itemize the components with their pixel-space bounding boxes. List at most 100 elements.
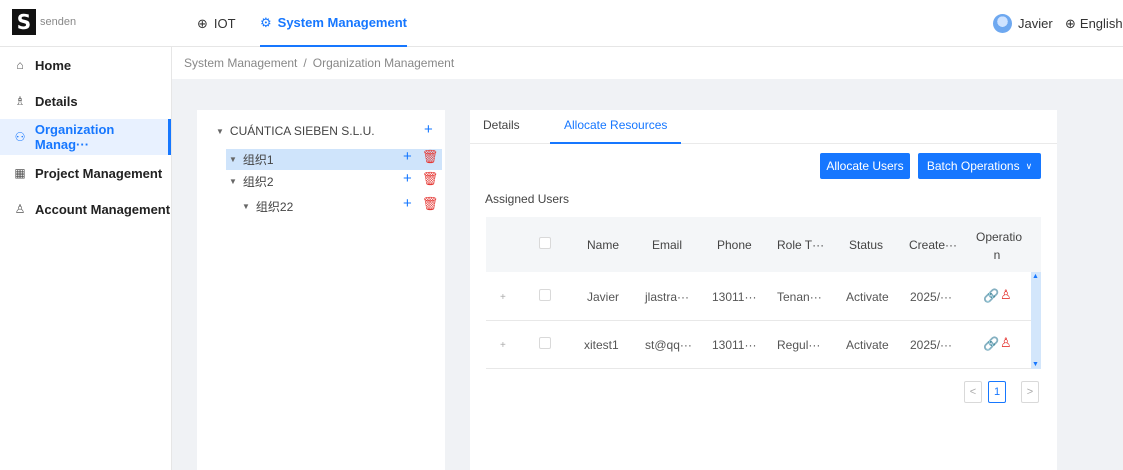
person-icon: ♙ — [14, 202, 26, 216]
column-header-email[interactable]: Email — [652, 238, 682, 252]
column-header-role-type[interactable]: Role T··· — [777, 238, 824, 252]
tree-node[interactable]: ▼ 组织1 — [229, 148, 274, 170]
column-header-status[interactable]: Status — [849, 238, 883, 252]
cell-status: Activate — [846, 338, 889, 352]
assigned-users-label: Assigned Users — [485, 192, 570, 206]
cell-email: jlastra··· — [645, 290, 689, 304]
caret-down-icon[interactable]: ▼ — [229, 155, 237, 164]
trash-icon[interactable]: 🗑 — [422, 149, 439, 165]
cell-created: 2025/··· — [910, 290, 953, 304]
tree-node-label: CUÁNTICA SIEBEN S.L.U. — [229, 124, 375, 138]
pagination-prev-button[interactable]: < — [964, 381, 982, 403]
tree-node[interactable]: ▼ 组织22 — [242, 195, 293, 217]
remove-user-icon[interactable]: ♙ — [1000, 287, 1012, 303]
tree-node-actions: + 🗑 — [403, 170, 438, 187]
tree-node-actions: + 🗑 — [403, 148, 438, 165]
column-header-operation: Operatio n — [976, 230, 1022, 262]
brand-logo-mark: S — [12, 9, 36, 35]
caret-down-icon[interactable]: ▼ — [242, 202, 250, 211]
detail-tabs: Details Allocate Resources — [470, 110, 1057, 144]
cell-role-type: Regul··· — [777, 338, 821, 352]
pagination-page-1[interactable]: 1 — [988, 381, 1006, 403]
caret-down-icon[interactable]: ▼ — [216, 127, 224, 136]
select-all-checkbox[interactable] — [539, 237, 551, 249]
expand-row-icon[interactable]: + — [500, 292, 506, 303]
cell-name: xitest1 — [584, 338, 619, 352]
breadcrumb: System Management / Organization Managem… — [172, 47, 1123, 79]
column-header-phone[interactable]: Phone — [717, 238, 752, 252]
sidebar-item-label: Project Management — [35, 165, 163, 181]
caret-down-icon[interactable]: ▼ — [229, 177, 237, 186]
link-icon[interactable]: 🔗 — [983, 336, 999, 352]
trash-icon[interactable]: 🗑 — [422, 196, 439, 212]
tree-node[interactable]: ▼ 组织2 — [229, 170, 274, 192]
sidebar-item-label: Account Management — [35, 201, 171, 217]
nav-tab-iot[interactable]: ⊕ IOT — [197, 0, 236, 47]
add-icon[interactable]: + — [403, 195, 412, 212]
cell-phone: 13011··· — [712, 338, 757, 352]
add-icon[interactable]: + — [403, 148, 412, 165]
sidebar-item-label: Details — [35, 93, 78, 109]
language-label: English — [1079, 16, 1123, 31]
remove-user-icon[interactable]: ♙ — [1000, 335, 1012, 351]
trash-icon[interactable]: 🗑 — [422, 171, 439, 187]
link-icon[interactable]: 🔗 — [983, 288, 999, 304]
allocate-users-button[interactable]: Allocate Users — [820, 153, 910, 179]
cell-phone: 13011··· — [712, 290, 757, 304]
nav-tab-label: System Management — [277, 15, 407, 30]
row-checkbox[interactable] — [539, 289, 551, 301]
add-icon[interactable]: + — [424, 121, 433, 138]
row-divider — [486, 368, 1041, 369]
allocate-users-label: Allocate Users — [826, 159, 904, 173]
row-checkbox[interactable] — [539, 337, 551, 349]
globe-icon: ⊕ — [197, 15, 208, 31]
scroll-up-icon[interactable]: ▲ — [1032, 273, 1039, 280]
tab-details[interactable]: Details — [483, 110, 520, 144]
sidebar-item-label: Home — [35, 57, 72, 73]
cell-name: Javier — [587, 290, 620, 304]
sidebar-item-label: Organization Manag··· — [34, 122, 115, 152]
cell-status: Activate — [846, 290, 889, 304]
nav-tab-label: IOT — [213, 16, 236, 31]
gear-icon: ⚙ — [260, 14, 272, 30]
cell-role-type: Tenan··· — [777, 290, 822, 304]
language-switcher[interactable]: ⊕ English — [1065, 0, 1123, 47]
chevron-down-icon: ∨ — [1025, 160, 1033, 171]
table-header — [486, 217, 1041, 272]
sidebar-item-organization-management[interactable]: ⚇ Organization Manag··· — [0, 119, 171, 155]
brand-logo-name: senden — [40, 16, 77, 28]
globe-icon: ⊕ — [1065, 15, 1076, 31]
home-icon: ⌂ — [16, 58, 24, 72]
column-header-created[interactable]: Create··· — [909, 238, 957, 252]
user-menu[interactable]: Javier — [993, 0, 1053, 47]
add-icon[interactable]: + — [403, 170, 412, 187]
sidebar-item-details[interactable]: ♗ Details — [0, 83, 171, 119]
user-name: Javier — [1018, 16, 1053, 31]
pagination-next-button[interactable]: > — [1021, 381, 1039, 403]
sidebar-item-account-management[interactable]: ♙ Account Management — [0, 191, 171, 227]
table-scrollbar[interactable]: ▲ ▼ — [1031, 272, 1041, 369]
people-icon: ♗ — [14, 94, 26, 108]
breadcrumb-parent[interactable]: System Management — [184, 56, 297, 70]
sidebar: ⌂ Home ♗ Details ⚇ Organization Manag···… — [0, 47, 172, 470]
scroll-down-icon[interactable]: ▼ — [1032, 361, 1039, 368]
tree-node-label: 组织2 — [242, 174, 274, 189]
breadcrumb-separator: / — [303, 56, 307, 70]
row-divider — [486, 320, 1041, 321]
brand-logo[interactable]: S senden — [12, 7, 82, 37]
nav-tab-system-management[interactable]: ⚙ System Management — [260, 0, 407, 47]
cell-email: st@qq··· — [645, 338, 692, 352]
tree-node-actions: + 🗑 — [403, 195, 438, 212]
expand-row-icon[interactable]: + — [500, 340, 506, 351]
column-header-name[interactable]: Name — [587, 238, 619, 252]
avatar — [993, 14, 1012, 33]
tab-allocate-resources[interactable]: Allocate Resources — [550, 110, 682, 144]
grid-icon: ▦ — [14, 166, 26, 180]
cell-created: 2025/··· — [910, 338, 953, 352]
batch-operations-button[interactable]: Batch Operations ∨ — [918, 153, 1041, 179]
top-bar: S senden ⊕ IOT ⚙ System Management Javie… — [0, 0, 1123, 47]
sidebar-item-project-management[interactable]: ▦ Project Management — [0, 155, 171, 191]
sidebar-item-home[interactable]: ⌂ Home — [0, 47, 171, 83]
tree-node-root[interactable]: ▼ CUÁNTICA SIEBEN S.L.U. — [216, 120, 375, 142]
breadcrumb-current: Organization Management — [312, 56, 455, 70]
